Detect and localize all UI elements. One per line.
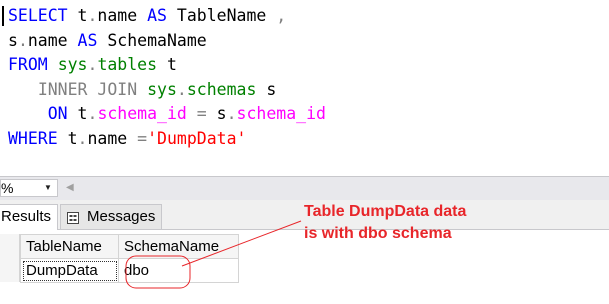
code-token: SELECT	[8, 6, 68, 25]
code-token: ,	[276, 6, 287, 25]
grid-header-row: TableName SchemaName	[20, 234, 239, 259]
code-token: .	[77, 128, 88, 148]
code-token: name	[97, 6, 148, 25]
column-header-tablename[interactable]: TableName	[20, 234, 119, 259]
code-line-5: ON t.schema_id = s.schema_id	[8, 102, 326, 127]
code-token: =	[137, 128, 148, 148]
annotation-line-1: Table DumpData data	[304, 203, 467, 220]
code-token: .	[87, 6, 98, 25]
code-token: s	[8, 30, 18, 50]
code-token: SchemaName	[97, 30, 207, 50]
zoom-bar: % ▼ ◀	[0, 176, 609, 200]
cell-tablename[interactable]: DumpData	[20, 258, 119, 283]
table-row[interactable]: DumpData dbo	[20, 258, 239, 283]
code-line-6: WHERE t.name ='DumpData'	[8, 127, 326, 152]
results-grid: TableName SchemaName DumpData dbo	[20, 234, 239, 283]
code-token: .	[226, 104, 237, 124]
code-token: .	[87, 55, 98, 75]
code-line-2: s.name AS SchemaName	[8, 29, 326, 54]
code-token: schema_id	[236, 104, 326, 124]
code-line-1: SELECT t.name AS TableName ,	[8, 4, 326, 29]
code-token: FROM	[8, 55, 48, 75]
scroll-left-icon[interactable]: ◀	[66, 182, 74, 194]
code-token: sys	[147, 79, 177, 99]
code-token: t	[157, 55, 177, 75]
code-token: t	[67, 104, 88, 124]
annotation-text: Table DumpData data is with dbo schema	[304, 201, 504, 245]
cell-schemaname[interactable]: dbo	[118, 258, 239, 283]
tab-results[interactable]: Results	[0, 204, 58, 230]
sql-code: SELECT t.name AS TableName , s.name AS Sc…	[8, 4, 326, 152]
code-token: s	[256, 79, 277, 99]
column-header-schemaname[interactable]: SchemaName	[118, 234, 239, 259]
code-token: .	[176, 79, 187, 99]
code-line-4: INNER JOIN sys.schemas s	[8, 78, 326, 103]
row-header-column[interactable]	[0, 234, 20, 282]
annotation-line-2: is with dbo schema	[304, 225, 452, 242]
code-token: WHERE	[8, 128, 58, 148]
chevron-down-icon: ▼	[44, 183, 52, 192]
code-token: INNER JOIN	[37, 79, 138, 99]
code-token: sys	[57, 55, 88, 75]
code-token: t	[57, 128, 78, 148]
code-token: TableName	[166, 6, 277, 25]
code-token: tables	[97, 55, 158, 75]
code-token: ON	[47, 104, 68, 124]
tab-messages-label: Messages	[87, 208, 156, 225]
code-token: .	[87, 104, 98, 124]
messages-icon	[67, 212, 79, 224]
code-token: name	[87, 128, 138, 148]
code-token: s	[206, 104, 227, 124]
code-token: schema_id	[97, 104, 187, 124]
code-token: =	[196, 104, 207, 124]
code-line-3: FROM sys.tables t	[8, 53, 326, 78]
code-token: 'DumpData'	[147, 128, 247, 148]
code-token: name	[27, 30, 78, 50]
code-token: t	[67, 6, 88, 25]
zoom-value: %	[1, 180, 14, 196]
tab-results-label: Results	[1, 208, 52, 225]
text-caret	[2, 6, 4, 26]
code-token: .	[17, 30, 28, 50]
code-token: AS	[77, 30, 98, 50]
query-editor[interactable]: SELECT t.name AS TableName , s.name AS Sc…	[0, 0, 609, 176]
code-token: AS	[147, 6, 167, 25]
code-token: schemas	[186, 79, 257, 99]
tab-messages[interactable]: Messages	[60, 204, 162, 230]
zoom-dropdown[interactable]: % ▼	[0, 179, 58, 197]
